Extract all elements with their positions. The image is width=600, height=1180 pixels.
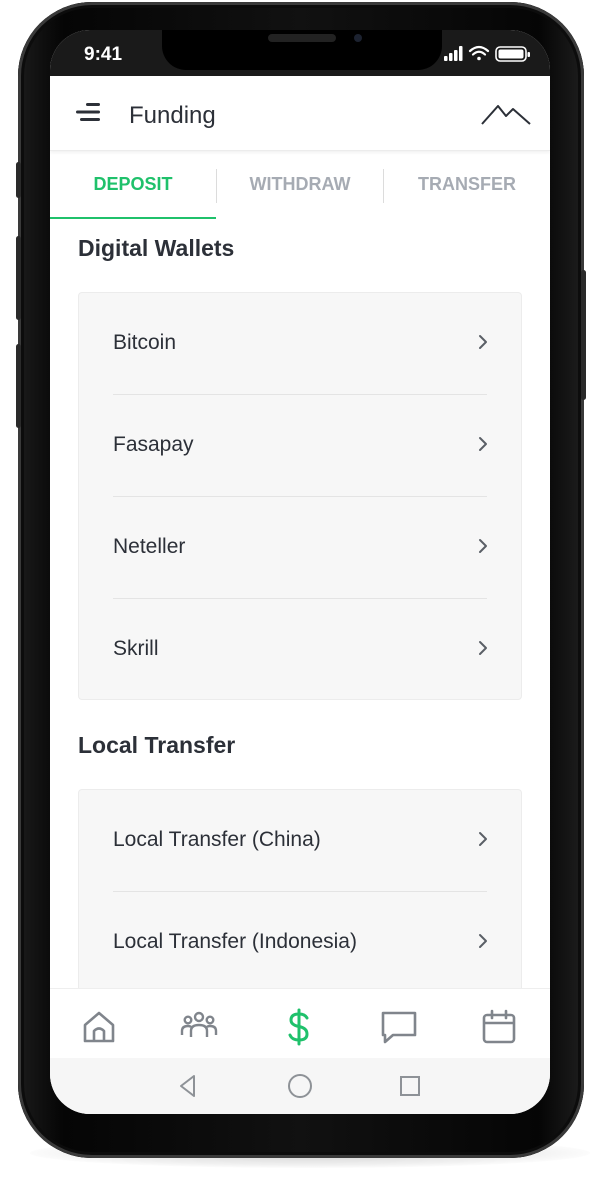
nav-funding[interactable]: [279, 1007, 319, 1047]
funding-tabs: DEPOSIT WITHDRAW TRANSFER: [50, 151, 550, 219]
section-title-digital-wallets: Digital Wallets: [78, 235, 235, 261]
menu-icon: [76, 103, 100, 121]
chevron-right-icon: [479, 832, 487, 846]
notch: [162, 30, 442, 70]
list-item-skrill[interactable]: Skrill: [79, 599, 521, 699]
list-item-label: Fasapay: [113, 433, 194, 456]
chevron-right-icon: [479, 539, 487, 553]
signal-icon: [444, 46, 463, 61]
wifi-icon: [468, 45, 490, 61]
menu-button[interactable]: [72, 100, 104, 124]
nav-messages[interactable]: [379, 1007, 419, 1047]
chat-icon: [381, 1011, 417, 1044]
back-icon[interactable]: [176, 1072, 200, 1100]
list-item-local-transfer-indonesia[interactable]: Local Transfer (Indonesia): [79, 892, 521, 994]
home-circle-icon[interactable]: [286, 1072, 314, 1100]
status-bar: 9:41: [50, 30, 550, 76]
active-tab-indicator: [50, 217, 216, 219]
home-icon: [83, 1011, 115, 1043]
chevron-right-icon: [479, 641, 487, 655]
users-icon: [180, 1011, 218, 1037]
system-nav-bar: [50, 1058, 550, 1114]
list-item-fasapay[interactable]: Fasapay: [79, 395, 521, 497]
volume-up-button: [16, 236, 21, 320]
power-button: [581, 270, 586, 400]
nav-home[interactable]: [79, 1007, 119, 1047]
list-item-label: Skrill: [113, 637, 159, 660]
mountain-logo-icon: [481, 104, 531, 125]
list-item-local-transfer-china[interactable]: Local Transfer (China): [79, 790, 521, 892]
chevron-right-icon: [479, 934, 487, 948]
tab-deposit[interactable]: DEPOSIT: [50, 151, 216, 217]
local-transfer-card: Local Transfer (China) Local Transfer (I…: [78, 789, 522, 1011]
phone-screen: 9:41 Funding DEPOSIT WITHDRAW TRANSFER D…: [50, 30, 550, 1114]
bottom-nav: [50, 988, 550, 1059]
page-title: Funding: [129, 102, 216, 129]
nav-community[interactable]: [179, 1007, 219, 1047]
digital-wallets-card: Bitcoin Fasapay Neteller Skrill: [78, 292, 522, 700]
chevron-right-icon: [479, 335, 487, 349]
speaker: [268, 34, 336, 42]
list-item-label: Local Transfer (China): [113, 828, 321, 851]
recents-icon[interactable]: [398, 1072, 422, 1100]
calendar-icon: [482, 1009, 516, 1044]
list-item-bitcoin[interactable]: Bitcoin: [79, 293, 521, 395]
battery-icon: [495, 46, 530, 62]
status-icons: [444, 45, 530, 62]
list-item-label: Local Transfer (Indonesia): [113, 930, 357, 953]
nav-calendar[interactable]: [479, 1007, 519, 1047]
app-header: Funding: [50, 76, 550, 151]
tab-transfer[interactable]: TRANSFER: [384, 151, 550, 217]
list-item-neteller[interactable]: Neteller: [79, 497, 521, 599]
list-item-label: Bitcoin: [113, 331, 177, 354]
list-item-label: Neteller: [113, 535, 186, 558]
status-time: 9:41: [84, 44, 123, 65]
section-title-local-transfer: Local Transfer: [78, 732, 236, 758]
mute-switch: [16, 162, 21, 198]
front-camera: [354, 34, 362, 42]
chevron-right-icon: [479, 437, 487, 451]
volume-down-button: [16, 344, 21, 428]
dollar-icon: [288, 1008, 309, 1046]
tab-withdraw[interactable]: WITHDRAW: [217, 151, 383, 217]
